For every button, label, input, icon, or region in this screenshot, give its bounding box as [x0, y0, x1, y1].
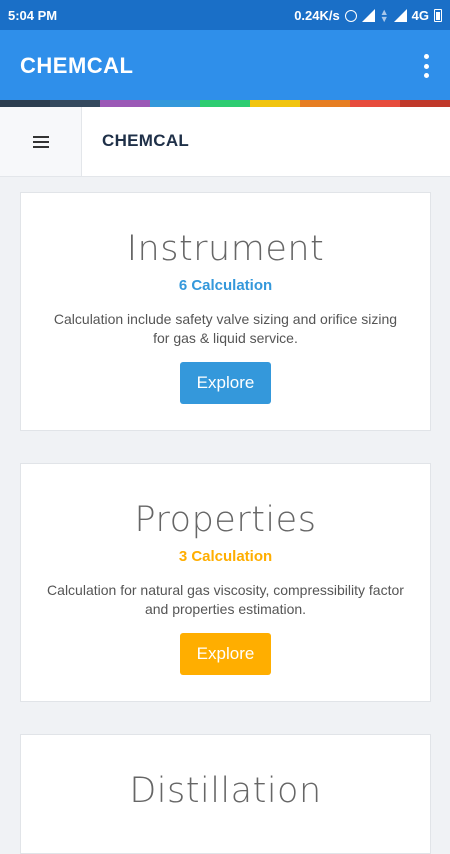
hamburger-menu-button[interactable]	[0, 107, 82, 176]
color-strip-segment	[100, 100, 150, 107]
color-strip-segment	[0, 100, 50, 107]
network-type: 4G	[411, 8, 429, 23]
card-count: 3 Calculation	[178, 548, 273, 565]
color-strip-segment	[300, 100, 350, 107]
card-title: Properties	[134, 500, 317, 540]
data-arrows-icon: ▲ ▼	[379, 6, 389, 24]
card-properties: Properties 3 Calculation Calculation for…	[20, 463, 431, 702]
more-vert-icon[interactable]	[422, 54, 430, 78]
signal-icon	[393, 9, 407, 22]
app-title: CHEMCAL	[20, 53, 134, 78]
card-description: Calculation for natural gas viscosity, c…	[47, 582, 404, 617]
color-strip	[0, 100, 450, 107]
color-strip-segment	[50, 100, 100, 107]
color-strip-segment	[250, 100, 300, 107]
explore-button[interactable]: Explore	[180, 362, 271, 404]
card-title: Instrument	[126, 229, 325, 269]
alarm-icon	[344, 9, 357, 22]
card-distillation: Distillation	[20, 734, 431, 854]
battery-icon	[434, 9, 442, 22]
explore-button[interactable]: Explore	[180, 633, 271, 675]
app-bar: CHEMCAL	[0, 30, 450, 100]
color-strip-segment	[150, 100, 200, 107]
color-strip-segment	[400, 100, 450, 107]
status-bar: 5:04 PM 0.24K/s ▲ ▼ 4G	[0, 0, 450, 30]
network-speed: 0.24K/s	[294, 8, 340, 23]
card-instrument: Instrument 6 Calculation Calculation inc…	[20, 192, 431, 431]
hamburger-icon	[32, 135, 49, 148]
color-strip-segment	[200, 100, 250, 107]
status-time: 5:04 PM	[8, 8, 58, 23]
card-description: Calculation include safety valve sizing …	[53, 311, 398, 346]
card-title: Distillation	[129, 771, 322, 811]
nav-bar: CHEMCAL	[0, 107, 450, 177]
signal-icon	[361, 9, 375, 22]
color-strip-segment	[350, 100, 400, 107]
card-count: 6 Calculation	[178, 277, 273, 294]
nav-brand: CHEMCAL	[102, 131, 190, 150]
status-icons: 0.24K/s ▲ ▼ 4G	[294, 6, 442, 24]
